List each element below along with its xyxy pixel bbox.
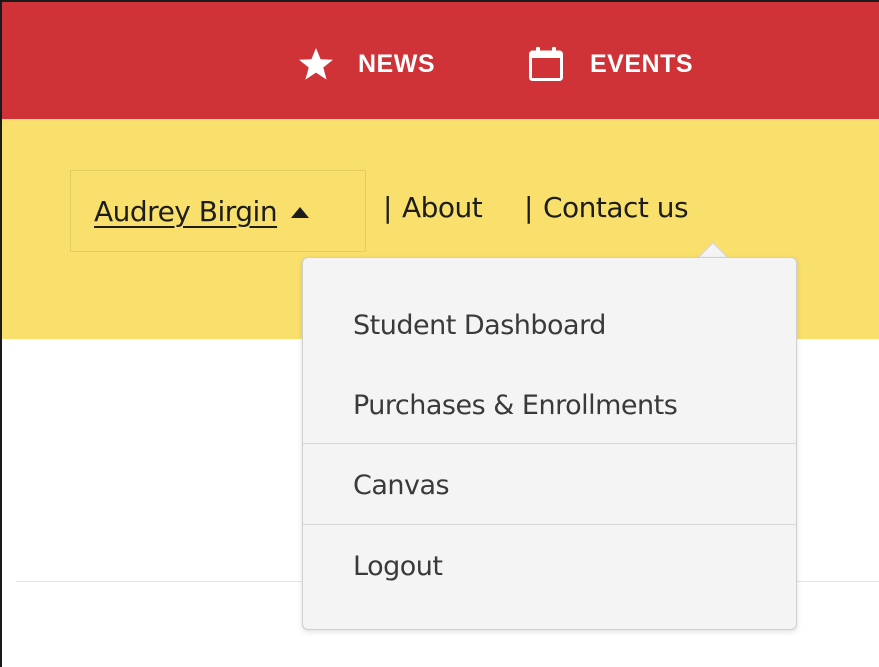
menu-item-student-dashboard[interactable]: Student Dashboard bbox=[303, 285, 796, 365]
menu-divider bbox=[303, 524, 796, 525]
menu-item-label: Logout bbox=[353, 550, 443, 582]
nav-events-link[interactable]: EVENTS bbox=[528, 42, 693, 86]
nav-events-label: EVENTS bbox=[590, 49, 694, 78]
user-menu-toggle[interactable]: Audrey Birgin bbox=[70, 170, 366, 252]
menu-item-purchases-enrollments[interactable]: Purchases & Enrollments bbox=[303, 365, 796, 445]
page-frame: NEWS EVENTS Audrey Birgin | About | Contac… bbox=[0, 0, 879, 667]
top-navigation-bar: NEWS EVENTS bbox=[2, 2, 879, 119]
user-dropdown-menu: Student Dashboard Purchases & Enrollment… bbox=[302, 257, 797, 630]
menu-item-label: Purchases & Enrollments bbox=[353, 389, 678, 421]
menu-item-canvas[interactable]: Canvas bbox=[303, 445, 796, 525]
menu-item-label: Student Dashboard bbox=[353, 309, 606, 341]
link-separator: | bbox=[524, 191, 533, 224]
menu-item-logout[interactable]: Logout bbox=[303, 526, 796, 606]
about-link-label: About bbox=[401, 191, 483, 224]
caret-up-icon bbox=[291, 206, 310, 218]
link-separator: | bbox=[383, 191, 392, 224]
menu-item-label: Canvas bbox=[353, 469, 450, 501]
calendar-icon bbox=[528, 46, 564, 82]
nav-news-label: NEWS bbox=[358, 49, 435, 78]
nav-news-link[interactable]: NEWS bbox=[298, 42, 435, 86]
menu-divider bbox=[303, 443, 796, 444]
user-name: Audrey Birgin bbox=[94, 194, 278, 228]
contact-us-link-label: Contact us bbox=[542, 191, 689, 224]
contact-us-link[interactable]: | Contact us bbox=[524, 191, 689, 224]
star-icon bbox=[298, 47, 334, 81]
about-link[interactable]: | About bbox=[383, 191, 483, 224]
